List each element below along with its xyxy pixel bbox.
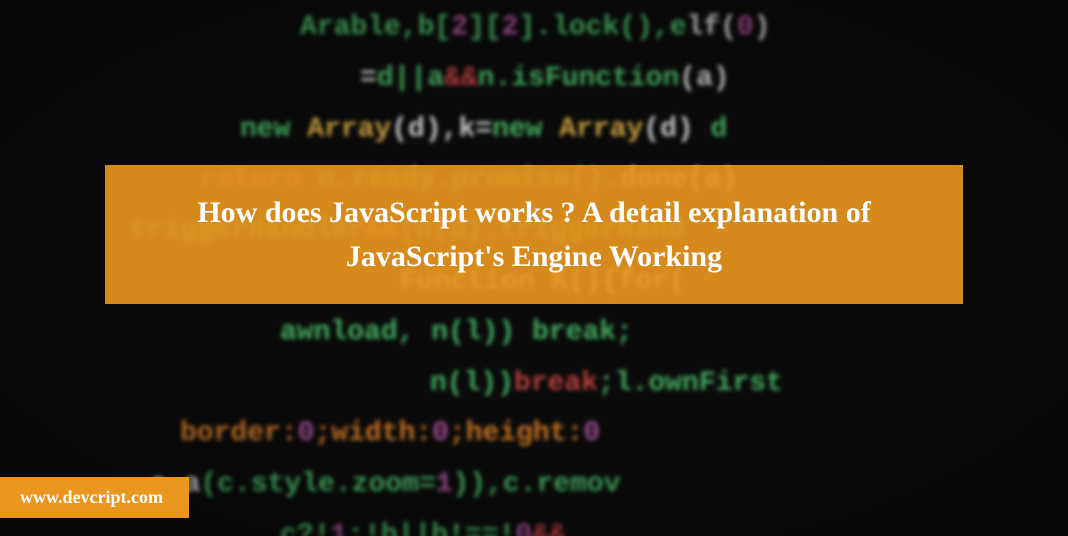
code-token: && bbox=[532, 520, 566, 536]
code-token: 0 bbox=[432, 418, 449, 449]
watermark-text: www.devcript.com bbox=[20, 487, 163, 507]
code-token: (c.style.zoom= bbox=[200, 469, 435, 500]
code-token: border: bbox=[180, 418, 298, 449]
code-token: Array bbox=[307, 114, 391, 145]
code-token: lf( bbox=[687, 12, 737, 43]
code-token: 1 bbox=[330, 520, 347, 536]
code-token: (a) bbox=[679, 63, 729, 94]
code-token: Array bbox=[559, 114, 643, 145]
code-token: awnload, n(l)) break; bbox=[280, 317, 633, 348]
code-token: :!b||b!==! bbox=[347, 520, 515, 536]
title-text: How does JavaScript works ? A detail exp… bbox=[197, 196, 870, 273]
title-banner: How does JavaScript works ? A detail exp… bbox=[105, 165, 963, 304]
code-token: 2 bbox=[502, 12, 519, 43]
code-token: d bbox=[694, 114, 728, 145]
code-token: 0 bbox=[583, 418, 600, 449]
code-token: ;width: bbox=[314, 418, 432, 449]
code-token: new bbox=[240, 114, 307, 145]
code-token: ) bbox=[754, 12, 771, 43]
code-token: 2 bbox=[451, 12, 468, 43]
code-line: =d||a&&n.isFunction(a) bbox=[0, 57, 1068, 102]
code-token: d||a bbox=[377, 63, 444, 94]
code-token: Arable,b[ bbox=[300, 12, 451, 43]
code-token: && bbox=[444, 63, 478, 94]
code-token: )),c.remov bbox=[452, 469, 620, 500]
watermark-bar: www.devcript.com bbox=[0, 477, 189, 518]
code-line: n(l))break;l.ownFirst bbox=[0, 362, 1068, 407]
code-token: ][ bbox=[468, 12, 502, 43]
code-token: 0 bbox=[737, 12, 754, 43]
code-token: (d) bbox=[643, 114, 693, 145]
code-token: 0 bbox=[298, 418, 315, 449]
code-token: n(l)) bbox=[430, 368, 514, 399]
code-token: ;l.ownFirst bbox=[598, 368, 783, 399]
code-line: new Array(d),k=new Array(d) d bbox=[0, 108, 1068, 153]
code-token: new bbox=[492, 114, 559, 145]
code-token: 0 bbox=[515, 520, 532, 536]
code-line: Arable,b[2][2].lock(),elf(0) bbox=[0, 6, 1068, 51]
code-token: c?! bbox=[280, 520, 330, 536]
code-token: ].lock(),e bbox=[518, 12, 686, 43]
code-line: awnload, n(l)) break; bbox=[0, 311, 1068, 356]
code-token: ;height: bbox=[449, 418, 583, 449]
code-token: n.isFunction bbox=[478, 63, 680, 94]
code-token: = bbox=[360, 63, 377, 94]
code-token: (d),k= bbox=[391, 114, 492, 145]
code-token: 1 bbox=[436, 469, 453, 500]
code-line: border:0;width:0;height:0 bbox=[0, 412, 1068, 457]
code-token: break bbox=[514, 368, 598, 399]
